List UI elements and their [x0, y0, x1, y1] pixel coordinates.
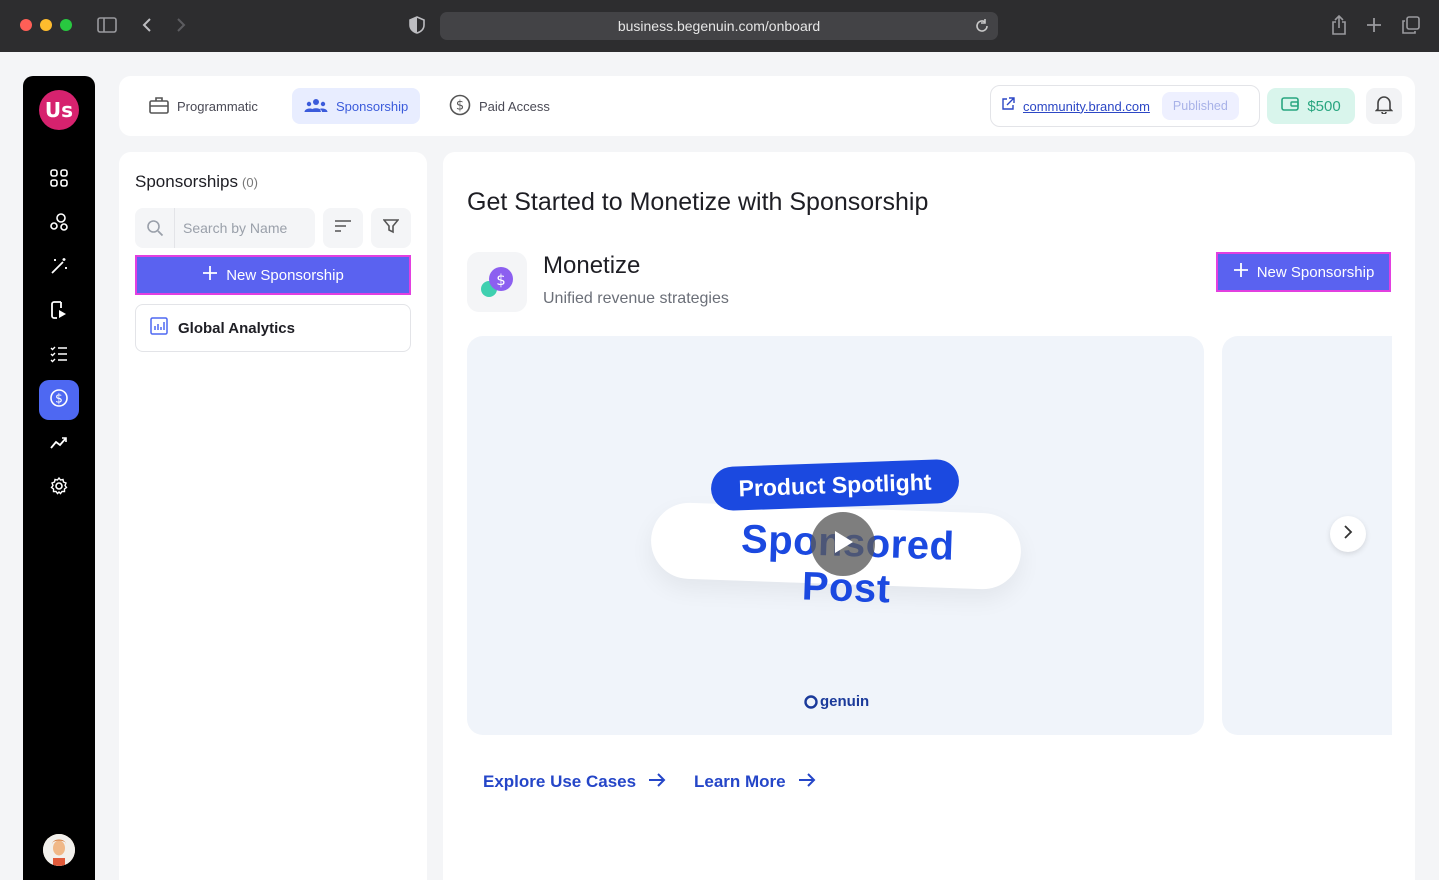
sidebar: Us $: [23, 76, 95, 880]
tab-programmatic[interactable]: Programmatic: [137, 88, 270, 124]
sidebar-item-community[interactable]: [39, 204, 79, 244]
close-window-button[interactable]: [20, 19, 32, 31]
filter-icon: [382, 218, 400, 239]
link-label: Learn More: [694, 772, 786, 791]
button-label: New Sponsorship: [1256, 263, 1375, 281]
wallet-balance-button[interactable]: $500: [1267, 88, 1355, 124]
sidebar-item-videos[interactable]: [39, 292, 79, 332]
panel-title-text: Sponsorships: [135, 172, 239, 191]
arrow-right-icon: [648, 772, 666, 792]
dollar-circle-icon: $: [449, 94, 471, 119]
dollar-icon: $: [49, 388, 69, 413]
community-site-link[interactable]: community.brand.com: [1023, 99, 1150, 114]
avatar[interactable]: [43, 834, 75, 866]
sidebar-item-tasks[interactable]: [39, 336, 79, 376]
link-label: Explore Use Cases: [483, 772, 637, 791]
section-subtitle: Unified revenue strategies: [543, 290, 729, 307]
briefcase-icon: [149, 96, 169, 117]
plus-icon: [1233, 262, 1249, 282]
wallet-icon: [1281, 96, 1300, 116]
search-icon: [135, 208, 175, 248]
url-bar[interactable]: business.begenuin.com/onboard: [440, 12, 998, 40]
play-button[interactable]: [811, 512, 875, 576]
svg-text:$: $: [456, 98, 464, 113]
notifications-button[interactable]: [1366, 88, 1402, 124]
global-analytics-item[interactable]: Global Analytics: [135, 304, 411, 352]
people-icon: [304, 97, 328, 116]
tabs-overview-icon[interactable]: [1400, 14, 1422, 36]
community-site-box: community.brand.com Published: [990, 85, 1260, 127]
panel-title: Sponsorships (0): [135, 172, 258, 192]
pill-label: Product Spotlight: [710, 458, 960, 512]
sidebar-item-dashboard[interactable]: [39, 160, 79, 200]
app-area: Us $ Programmatic Sponsorship $ Paid Acc…: [0, 52, 1439, 880]
video-card[interactable]: Product Spotlight Sponsored Post genuin: [467, 336, 1204, 735]
shield-icon[interactable]: [406, 14, 428, 36]
brand-text: genuin: [820, 693, 870, 710]
search-box: [135, 208, 315, 248]
sort-icon: [334, 219, 352, 238]
tab-sponsorship[interactable]: Sponsorship: [292, 88, 421, 124]
search-input[interactable]: [175, 220, 311, 236]
magic-wand-icon: [49, 256, 69, 281]
plus-icon: [202, 265, 218, 285]
minimize-window-button[interactable]: [40, 19, 52, 31]
list-icon: [49, 344, 69, 369]
tab-label: Sponsorship: [336, 98, 409, 114]
browser-chrome: business.begenuin.com/onboard: [0, 0, 1439, 52]
logo-text: Us: [44, 98, 74, 122]
share-icon[interactable]: [1328, 14, 1350, 36]
analytics-icon: [49, 432, 69, 457]
carousel-next-button[interactable]: [1330, 516, 1366, 552]
sidebar-item-monetize[interactable]: $: [39, 380, 79, 420]
main-panel: Get Started to Monetize with Sponsorship…: [443, 152, 1415, 880]
wallet-amount: $500: [1307, 97, 1341, 115]
video-icon: [49, 300, 69, 325]
arrow-right-icon: [798, 772, 816, 792]
top-nav: Programmatic Sponsorship $ Paid Access c…: [119, 76, 1415, 136]
grid-icon: [49, 168, 69, 193]
sort-button[interactable]: [323, 208, 363, 248]
svg-text:$: $: [55, 391, 63, 405]
bar-chart-icon: [150, 317, 168, 339]
bell-icon: [1374, 94, 1394, 119]
sidebar-toggle-icon[interactable]: [96, 14, 118, 36]
brand-logo[interactable]: Us: [39, 90, 79, 130]
genuin-logo: genuin: [804, 693, 869, 710]
tab-paid-access[interactable]: $ Paid Access: [437, 88, 562, 124]
page-title: Get Started to Monetize with Sponsorship: [467, 188, 929, 216]
sponsorship-count: (0): [242, 175, 258, 190]
explore-use-cases-link[interactable]: Explore Use Cases: [483, 772, 666, 792]
status-badge: Published: [1161, 92, 1239, 120]
video-card-next[interactable]: [1222, 336, 1392, 735]
reload-icon[interactable]: [972, 16, 992, 36]
new-sponsorship-button[interactable]: New Sponsorship: [135, 255, 411, 295]
monetize-icon: $: [467, 252, 527, 312]
community-icon: [49, 212, 69, 237]
back-icon[interactable]: [136, 14, 158, 36]
new-tab-icon[interactable]: [1363, 14, 1385, 36]
svg-text:$: $: [496, 271, 506, 289]
new-sponsorship-button-main[interactable]: New Sponsorship: [1216, 252, 1391, 292]
tab-label: Programmatic: [177, 98, 258, 114]
forward-icon[interactable]: [170, 14, 192, 36]
sidebar-item-create[interactable]: [39, 248, 79, 288]
tab-label: Paid Access: [479, 98, 550, 114]
sidebar-item-settings[interactable]: [39, 468, 79, 508]
gear-icon: [49, 476, 69, 501]
chevron-right-icon: [1343, 524, 1353, 544]
sponsorships-panel: Sponsorships(0) New Sponsorship: [119, 152, 427, 880]
learn-more-link[interactable]: Learn More: [694, 772, 816, 792]
external-link-icon[interactable]: [1001, 96, 1015, 116]
section-title: Monetize: [543, 252, 641, 279]
url-text: business.begenuin.com/onboard: [617, 18, 821, 34]
sidebar-item-analytics[interactable]: [39, 424, 79, 464]
maximize-window-button[interactable]: [60, 19, 72, 31]
button-label: New Sponsorship: [226, 266, 344, 284]
play-icon: [831, 529, 855, 560]
filter-button[interactable]: [371, 208, 411, 248]
analytics-label: Global Analytics: [178, 319, 295, 337]
